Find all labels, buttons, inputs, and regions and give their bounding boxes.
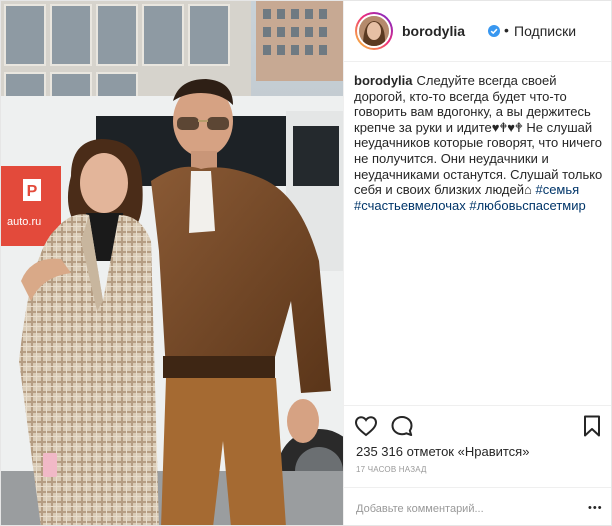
post-header: borodylia • Подписки: [344, 1, 611, 62]
post-side-panel: borodylia • Подписки borodylia Следуйте в…: [343, 1, 611, 525]
instagram-post: P auto.ru borodylia • Подписки borodylia…: [0, 0, 612, 526]
likes-count[interactable]: 235 316: [356, 444, 403, 459]
post-photo-illustration: P auto.ru: [1, 1, 343, 525]
comment-bubble-icon[interactable]: [390, 414, 414, 438]
comment-bar: •••: [344, 487, 611, 525]
profile-avatar[interactable]: [355, 12, 393, 50]
hashtag-happiness[interactable]: #счастьевмелочах: [354, 198, 466, 213]
heart-icon[interactable]: [354, 414, 378, 438]
post-timestamp[interactable]: 17 часов назад: [356, 465, 427, 474]
post-actions: [344, 405, 611, 446]
avatar-frame: [357, 14, 391, 48]
comment-input[interactable]: [356, 501, 576, 517]
verified-badge-icon: [488, 25, 500, 37]
parking-sign-text: auto.ru: [7, 216, 41, 228]
caption-username[interactable]: borodylia: [354, 73, 413, 88]
header-username[interactable]: borodylia: [402, 23, 465, 39]
post-caption: borodylia Следуйте всегда своей дорогой, …: [354, 73, 604, 213]
hashtag-family[interactable]: #семья: [535, 182, 579, 197]
header-separator: •: [504, 22, 509, 38]
following-button[interactable]: Подписки: [514, 23, 576, 39]
likes-summary: 235 316 отметок «Нравится»: [356, 444, 529, 459]
avatar-photo: [359, 16, 389, 46]
more-options-icon[interactable]: •••: [588, 502, 603, 514]
post-photo[interactable]: P auto.ru: [1, 1, 343, 525]
likes-like-link: «Нравится»: [457, 444, 530, 459]
caption-text: Следуйте всегда своей дорогой, кто-то вс…: [354, 73, 603, 198]
hashtag-love[interactable]: #любовьспасетмир: [469, 198, 585, 213]
bookmark-icon[interactable]: [580, 414, 604, 438]
avatar-image: [359, 16, 389, 46]
likes-label: отметок: [406, 444, 454, 459]
parking-sign-letter: P: [27, 183, 38, 200]
